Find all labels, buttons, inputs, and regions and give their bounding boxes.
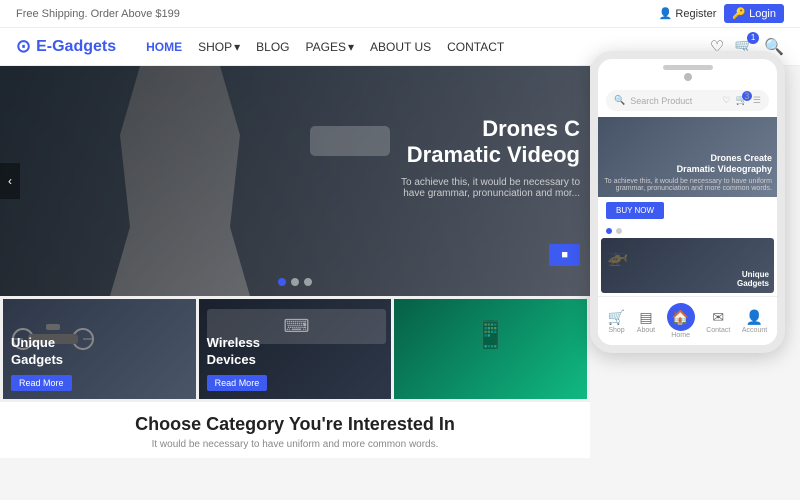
- phone-shop-icon: 🛒: [608, 309, 625, 326]
- nav-blog[interactable]: BLOG: [256, 40, 289, 54]
- card-title-1: UniqueGadgets: [11, 335, 63, 369]
- phone-home-icon: 🏠: [667, 303, 695, 331]
- product-card-3[interactable]: 📱: [394, 299, 587, 399]
- hero-title: Drones C Dramatic Videog: [380, 116, 580, 169]
- phone-buy-button[interactable]: BUY NOW: [606, 202, 664, 219]
- phone-header-icons: ♡ 🛒 3 ☰: [722, 95, 761, 106]
- phone-cart-button[interactable]: 🛒 3: [735, 95, 747, 106]
- hero-dot-2[interactable]: [291, 278, 299, 286]
- phone-speaker: [663, 65, 713, 70]
- card-btn-2[interactable]: Read More: [207, 375, 268, 391]
- logo-text: E-Gadgets: [36, 38, 116, 56]
- phone-dot-1[interactable]: [606, 228, 612, 234]
- phone-search-bar[interactable]: 🔍 Search Product ♡ 🛒 3 ☰: [606, 90, 769, 111]
- phone-about-icon: ▤: [637, 309, 655, 326]
- phone-hero-title: Drones Create Dramatic Videography: [598, 153, 772, 176]
- product-grid: UniqueGadgets Read More ⌨ WirelessDevice…: [0, 296, 590, 402]
- logo[interactable]: ⊙ E-Gadgets: [16, 36, 116, 57]
- login-button[interactable]: 🔑 Login: [724, 4, 784, 23]
- desktop-section: Drones C Dramatic Videog To achieve this…: [0, 66, 590, 458]
- phone-frame: 🔍 Search Product ♡ 🛒 3 ☰: [590, 51, 785, 353]
- phone-card-drone-icon: 🚁: [606, 246, 628, 267]
- login-icon: 🔑: [732, 7, 746, 20]
- phone-nav-shop[interactable]: 🛒 Shop: [608, 309, 625, 334]
- phone-product-card[interactable]: 🚁 UniqueGadgets: [601, 238, 774, 293]
- phone-menu-icon[interactable]: ☰: [753, 95, 761, 106]
- category-title: Choose Category You're Interested In: [16, 414, 574, 435]
- phone-cart-badge: 3: [742, 91, 752, 101]
- mobile-device: 🔍 Search Product ♡ 🛒 3 ☰: [590, 51, 800, 353]
- phone-nav-home[interactable]: 🏠 Home: [667, 303, 695, 339]
- category-section: Choose Category You're Interested In It …: [0, 402, 590, 458]
- main-nav: HOME SHOP ▾ BLOG PAGES ▾ ABOUT US CONTAC…: [146, 40, 504, 54]
- hero-cta-button[interactable]: ■: [549, 244, 580, 266]
- drone-image: [310, 126, 390, 156]
- nav-contact[interactable]: CONTACT: [447, 40, 504, 54]
- phone-search-input[interactable]: Search Product: [630, 96, 692, 106]
- hero-banner: Drones C Dramatic Videog To achieve this…: [0, 66, 590, 296]
- cart-badge: 1: [747, 32, 759, 44]
- phone-screen: 🔍 Search Product ♡ 🛒 3 ☰: [598, 84, 777, 345]
- nav-about[interactable]: ABOUT US: [370, 40, 431, 54]
- phone-nav-contact[interactable]: ✉ Contact: [706, 309, 730, 334]
- phone-card-title: UniqueGadgets: [737, 270, 769, 288]
- phone-hero-subtitle: To achieve this, it would be necessary t…: [598, 178, 772, 192]
- phone-nav-about[interactable]: ▤ About: [637, 309, 655, 334]
- phone-account-icon: 👤: [742, 309, 767, 326]
- phone-hero-text: Drones Create Dramatic Videography To ac…: [598, 153, 772, 192]
- phone-hero: Drones Create Dramatic Videography To ac…: [598, 117, 777, 197]
- user-icon: 👤: [659, 7, 673, 20]
- phone-camera: [684, 73, 692, 81]
- nav-pages[interactable]: PAGES ▾: [306, 40, 355, 54]
- product-card-wireless-devices[interactable]: ⌨ WirelessDevices Read More: [199, 299, 392, 399]
- hero-text: Drones C Dramatic Videog To achieve this…: [380, 116, 580, 199]
- hero-subtitle: To achieve this, it would be necessary t…: [380, 177, 580, 199]
- register-button[interactable]: 👤 Register: [659, 7, 717, 20]
- top-bar-actions: 👤 Register 🔑 Login: [659, 4, 784, 23]
- phone-nav-account[interactable]: 👤 Account: [742, 309, 767, 334]
- nav-shop[interactable]: SHOP ▾: [198, 40, 240, 54]
- card-title-2: WirelessDevices: [207, 335, 260, 369]
- phone-hero-dots: [606, 228, 769, 234]
- card-btn-1[interactable]: Read More: [11, 375, 72, 391]
- main-content: Drones C Dramatic Videog To achieve this…: [0, 66, 800, 458]
- phone-dot-2[interactable]: [616, 228, 622, 234]
- shipping-text: Free Shipping. Order Above $199: [16, 8, 180, 20]
- phone-bottom-nav: 🛒 Shop ▤ About 🏠 Home ✉ Contact: [598, 296, 777, 345]
- nav-home[interactable]: HOME: [146, 40, 182, 54]
- hero-dot-3[interactable]: [304, 278, 312, 286]
- top-bar: Free Shipping. Order Above $199 👤 Regist…: [0, 0, 800, 28]
- phone-wishlist-icon[interactable]: ♡: [722, 95, 730, 106]
- phone-search-icon: 🔍: [614, 95, 625, 106]
- logo-icon: ⊙: [16, 36, 31, 57]
- phone-contact-icon: ✉: [706, 309, 730, 326]
- product-card-unique-gadgets[interactable]: UniqueGadgets Read More: [3, 299, 196, 399]
- hero-dot-1[interactable]: [278, 278, 286, 286]
- hero-prev-button[interactable]: ‹: [0, 163, 20, 199]
- hero-dots: [278, 278, 312, 286]
- card-3-image: 📱: [399, 309, 582, 359]
- category-subtitle: It would be necessary to have uniform an…: [16, 439, 574, 450]
